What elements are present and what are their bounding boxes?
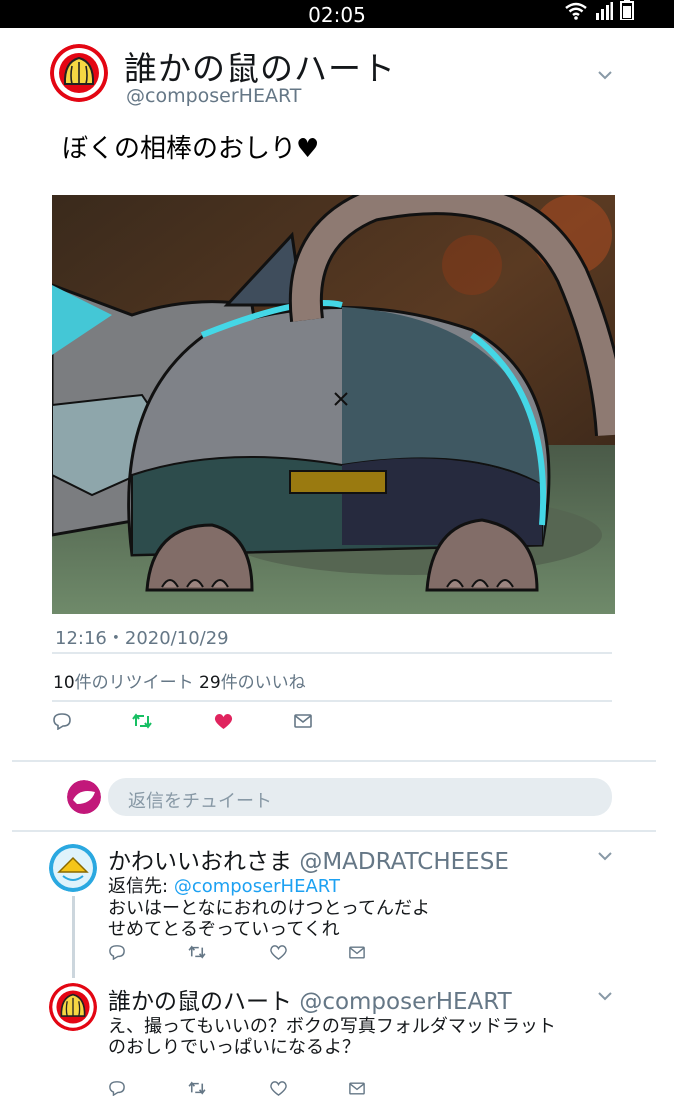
reply-input[interactable]: 返信をチュイート bbox=[108, 778, 612, 816]
share-icon[interactable] bbox=[294, 714, 312, 728]
retweet-icon[interactable] bbox=[188, 1081, 206, 1095]
retweet-count[interactable]: 10 bbox=[53, 673, 75, 693]
reply-avatar[interactable] bbox=[49, 844, 97, 892]
reply-to-handle[interactable]: @composerHEART bbox=[174, 876, 340, 897]
tweet-image[interactable] bbox=[50, 181, 629, 614]
reply-text: え、撮ってもいいの？ボクの写真フォルダマッドラット のおしりでいっぱいになるよ？ bbox=[108, 1016, 556, 1058]
thread-connector bbox=[72, 896, 75, 978]
section-divider bbox=[12, 760, 656, 762]
section-divider bbox=[12, 830, 656, 832]
reply-icon[interactable] bbox=[52, 712, 72, 730]
reply-author[interactable]: かわいいおれさま @MADRATCHEESE bbox=[108, 842, 509, 876]
status-bar: 02:05 bbox=[0, 0, 674, 28]
author-handle[interactable]: @composerHEART bbox=[126, 85, 301, 107]
current-user-avatar bbox=[67, 780, 101, 814]
share-icon[interactable] bbox=[349, 1082, 365, 1095]
reply-to-label: 返信先: bbox=[108, 876, 169, 897]
reply-placeholder: 返信をチュイート bbox=[128, 791, 272, 812]
like-label[interactable]: 件のいいね bbox=[221, 673, 306, 693]
reply-author[interactable]: 誰かの鼠のハート @composerHEART bbox=[108, 982, 512, 1016]
reply-author-name[interactable]: 誰かの鼠のハート bbox=[108, 989, 292, 1015]
divider bbox=[52, 700, 612, 702]
author-avatar[interactable] bbox=[50, 44, 108, 102]
like-icon[interactable] bbox=[270, 1081, 287, 1096]
chevron-down-icon[interactable] bbox=[598, 64, 612, 85]
divider bbox=[52, 652, 612, 654]
signal-icon bbox=[595, 2, 613, 24]
share-icon[interactable] bbox=[349, 946, 365, 959]
reply-avatar[interactable] bbox=[49, 983, 97, 1031]
tweet-timestamp[interactable]: 12:16・2020/10/29 bbox=[55, 624, 229, 650]
retweet-icon[interactable] bbox=[132, 713, 152, 729]
like-count[interactable]: 29 bbox=[199, 673, 221, 693]
reply-text: おいはーとなにおれのけつとってんだよ せめてとるぞっていってくれ bbox=[108, 898, 431, 940]
retweet-icon[interactable] bbox=[188, 945, 206, 959]
author-name[interactable]: 誰かの鼠のハート bbox=[124, 42, 396, 90]
reply-author-handle[interactable]: @composerHEART bbox=[299, 989, 511, 1015]
engagement-stats: 10件のリツイート 29件のいいね bbox=[53, 668, 306, 693]
retweet-label[interactable]: 件のリツイート bbox=[75, 673, 194, 693]
like-icon[interactable] bbox=[270, 945, 287, 960]
chevron-down-icon[interactable] bbox=[598, 986, 612, 1005]
chevron-down-icon[interactable] bbox=[598, 846, 612, 865]
reply-to-line: 返信先: @composerHEART bbox=[108, 872, 340, 898]
reply-icon[interactable] bbox=[108, 944, 126, 960]
wifi-icon bbox=[564, 2, 588, 24]
reply-icon[interactable] bbox=[108, 1080, 126, 1096]
tweet-text: ぼくの相棒のおしり♥ bbox=[62, 134, 320, 164]
battery-icon bbox=[620, 0, 634, 24]
like-icon[interactable] bbox=[214, 713, 233, 730]
